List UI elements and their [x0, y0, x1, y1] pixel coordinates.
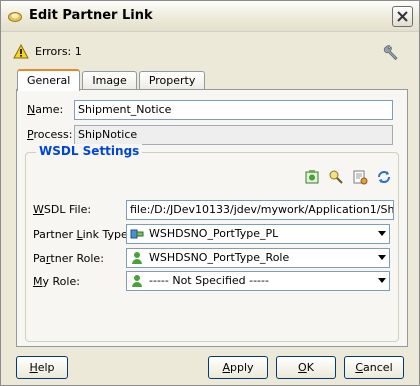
help-button[interactable]: Help [16, 356, 68, 379]
define-adapter-icon[interactable] [352, 169, 368, 185]
process-field: ShipNotice [74, 125, 393, 145]
partner-link-type-icon [130, 229, 144, 239]
chevron-down-icon [378, 231, 386, 236]
general-tab-panel: Name: Shipment_Notice Process: ShipNotic… [16, 89, 408, 347]
chevron-down-icon [378, 255, 386, 260]
partner-role-value: WSHDSNO_PortType_Role [149, 251, 290, 264]
partner-role-select[interactable]: WSHDSNO_PortType_Role [126, 248, 390, 268]
wsdl-file-field[interactable]: file:/D:/JDev10133/jdev/mywork/Applicati… [126, 200, 394, 220]
name-label: Name: [27, 103, 64, 116]
tab-strip: General Image Property [17, 69, 207, 91]
errors-count: Errors: 1 [35, 45, 82, 58]
name-field[interactable]: Shipment_Notice [74, 100, 393, 120]
my-role-label: My Role: [33, 275, 80, 288]
title-bar[interactable]: Edit Partner Link [1, 1, 419, 32]
partner-role-label: Partner Role: [33, 252, 104, 265]
close-button[interactable] [392, 6, 413, 27]
wsdl-settings-title: WSDL Settings [36, 144, 143, 158]
edit-partner-link-dialog: Edit Partner Link Errors: 1 General Imag… [0, 0, 420, 386]
partner-link-type-value: WSHDSNO_PortType_PL [149, 227, 279, 240]
tab-property[interactable]: Property [138, 71, 206, 90]
partner-link-icon [8, 12, 22, 22]
chevron-down-icon [378, 278, 386, 283]
errors-indicator: Errors: 1 [13, 44, 82, 59]
browse-wsdl-icon[interactable] [328, 169, 344, 185]
apply-button[interactable]: Apply [208, 356, 268, 379]
tab-general[interactable]: General [17, 69, 81, 91]
refresh-icon[interactable] [376, 169, 392, 185]
my-role-value: ----- Not Specified ----- [149, 274, 269, 287]
close-icon [397, 11, 408, 22]
role-icon [132, 275, 142, 287]
role-icon [132, 252, 142, 264]
dialog-title: Edit Partner Link [29, 8, 153, 23]
tab-image[interactable]: Image [82, 71, 137, 90]
wsdl-settings-group: WSDL Settings WSDL File: file:/D:/JDev10… [25, 144, 399, 342]
wsdl-toolbar [296, 169, 392, 185]
wsdl-file-label: WSDL File: [33, 203, 92, 216]
cancel-button[interactable]: Cancel [344, 356, 404, 379]
my-role-select[interactable]: ----- Not Specified ----- [126, 271, 390, 291]
service-explorer-icon[interactable] [304, 169, 320, 185]
ok-button[interactable]: OK [276, 356, 336, 379]
process-label: Process: [27, 128, 73, 141]
warning-icon [13, 44, 29, 59]
wrench-icon[interactable] [383, 43, 401, 61]
partner-link-type-label: Partner Link Type: [33, 228, 132, 241]
partner-link-type-select[interactable]: WSHDSNO_PortType_PL [126, 224, 390, 244]
